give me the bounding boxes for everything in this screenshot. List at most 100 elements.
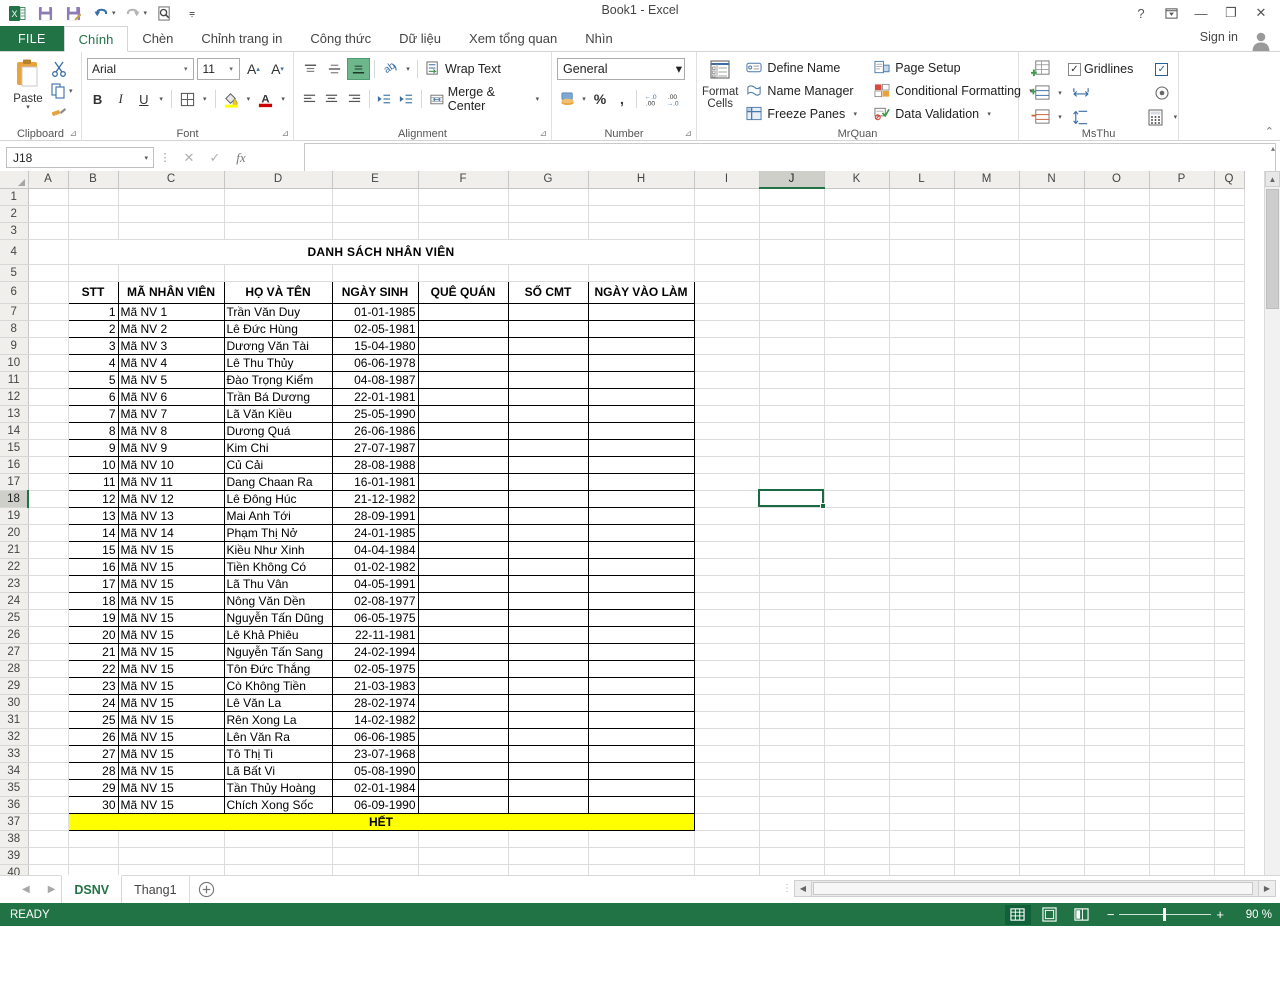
cell-A27[interactable] (28, 643, 69, 661)
format-cells-button[interactable]: Format Cells (702, 56, 738, 110)
cell-K37[interactable] (824, 813, 890, 831)
row-header-9[interactable]: 9 (0, 337, 29, 355)
cell-B12[interactable]: 6 (67, 387, 119, 406)
column-header-O[interactable]: O (1084, 171, 1150, 189)
cell-Q6[interactable] (1214, 281, 1245, 304)
row-header-8[interactable]: 8 (0, 320, 29, 338)
cell-H14[interactable] (587, 421, 695, 440)
cell-D8[interactable]: Lê Đức Hùng (223, 319, 333, 338)
cell-G18[interactable] (507, 489, 589, 508)
cell-O2[interactable] (1084, 205, 1150, 223)
cell-A34[interactable] (28, 762, 69, 780)
cell-I7[interactable] (694, 303, 760, 321)
cell-E3[interactable] (332, 222, 419, 240)
cell-I11[interactable] (694, 371, 760, 389)
cell-G24[interactable] (507, 591, 589, 610)
cell-F16[interactable] (417, 455, 509, 474)
tab-nhin[interactable]: Nhìn (571, 26, 626, 51)
cell-P19[interactable] (1149, 507, 1215, 525)
cell-O22[interactable] (1084, 558, 1150, 576)
cell-C31[interactable]: Mã NV 15 (117, 710, 225, 729)
cell-B1[interactable] (68, 188, 119, 206)
align-bottom-icon[interactable] (347, 57, 370, 80)
cell-Q7[interactable] (1214, 303, 1245, 321)
merge-center-button[interactable]: Merge & Center ▾ (426, 85, 546, 113)
cell-H40[interactable] (588, 864, 695, 875)
cell-B40[interactable] (68, 864, 119, 875)
align-center-icon[interactable] (321, 88, 342, 110)
cell-H32[interactable] (587, 727, 695, 746)
align-middle-icon[interactable] (323, 58, 346, 80)
cell-M30[interactable] (954, 694, 1020, 712)
row-header-25[interactable]: 25 (0, 609, 29, 627)
cell-C27[interactable]: Mã NV 15 (117, 642, 225, 661)
cell-F10[interactable] (417, 353, 509, 372)
cell-I26[interactable] (694, 626, 760, 644)
cell-H20[interactable] (587, 523, 695, 542)
cell-I16[interactable] (694, 456, 760, 474)
cell-A33[interactable] (28, 745, 69, 763)
column-header-B[interactable]: B (68, 171, 119, 189)
cell-G26[interactable] (507, 625, 589, 644)
insert-rows-icon[interactable] (1028, 84, 1052, 102)
cell-C1[interactable] (118, 188, 225, 206)
row-header-29[interactable]: 29 (0, 677, 29, 695)
cell-G39[interactable] (508, 847, 589, 865)
cell-C13[interactable]: Mã NV 7 (117, 404, 225, 423)
cell-O11[interactable] (1084, 371, 1150, 389)
cell-F33[interactable] (417, 744, 509, 763)
cell-D12[interactable]: Trần Bá Dương (223, 387, 333, 406)
row-header-1[interactable]: 1 (0, 188, 29, 206)
cell-D17[interactable]: Dang Chaan Ra (223, 472, 333, 491)
cell-E5[interactable] (332, 264, 419, 282)
cell-A19[interactable] (28, 507, 69, 525)
increase-font-size-icon[interactable]: A ▴ (243, 58, 264, 80)
cell-O4[interactable] (1084, 239, 1150, 265)
cell-B17[interactable]: 11 (67, 472, 119, 491)
cell-M29[interactable] (954, 677, 1020, 695)
cell-D10[interactable]: Lê Thu Thủy (223, 353, 333, 372)
cell-Q21[interactable] (1214, 541, 1245, 559)
row-header-20[interactable]: 20 (0, 524, 29, 542)
cell-H19[interactable] (587, 506, 695, 525)
cell-B24[interactable]: 18 (67, 591, 119, 610)
cell-C2[interactable] (118, 205, 225, 223)
cell-I8[interactable] (694, 320, 760, 338)
cell-J14[interactable] (759, 422, 825, 440)
zoom-track[interactable] (1119, 908, 1212, 921)
cell-N7[interactable] (1019, 303, 1085, 321)
cell-C24[interactable]: Mã NV 15 (117, 591, 225, 610)
cell-O37[interactable] (1084, 813, 1150, 831)
cell-J40[interactable] (759, 864, 825, 875)
cell-L39[interactable] (889, 847, 955, 865)
row-header-7[interactable]: 7 (0, 303, 29, 321)
cell-P32[interactable] (1149, 728, 1215, 746)
cell-O34[interactable] (1084, 762, 1150, 780)
cell-B29[interactable]: 23 (67, 676, 119, 695)
cell-L2[interactable] (889, 205, 955, 223)
merge-center-caret[interactable]: ▾ (533, 95, 542, 103)
cell-J10[interactable] (759, 354, 825, 372)
cell-G16[interactable] (507, 455, 589, 474)
row-header-28[interactable]: 28 (0, 660, 29, 678)
cell-M21[interactable] (954, 541, 1020, 559)
cell-L28[interactable] (889, 660, 955, 678)
cell-P16[interactable] (1149, 456, 1215, 474)
row-header-17[interactable]: 17 (0, 473, 29, 491)
cell-D22[interactable]: Tiền Không Có (223, 557, 333, 576)
cell-I19[interactable] (694, 507, 760, 525)
cell-A30[interactable] (28, 694, 69, 712)
horizontal-scrollbar[interactable]: ⋮ ◀ ▶ (780, 879, 1276, 897)
cell-M25[interactable] (954, 609, 1020, 627)
page-layout-view-button[interactable] (1037, 905, 1063, 925)
add-sheet-button[interactable] (190, 876, 224, 903)
cell-Q38[interactable] (1214, 830, 1245, 848)
cell-C32[interactable]: Mã NV 15 (117, 727, 225, 746)
cell-N3[interactable] (1019, 222, 1085, 240)
cell-M16[interactable] (954, 456, 1020, 474)
cell-K10[interactable] (824, 354, 890, 372)
gridlines-checkbox[interactable]: ✓ (1068, 62, 1081, 76)
cell-I38[interactable] (694, 830, 760, 848)
cell-A17[interactable] (28, 473, 69, 491)
enter-formula-icon[interactable]: ✓ (202, 147, 228, 168)
